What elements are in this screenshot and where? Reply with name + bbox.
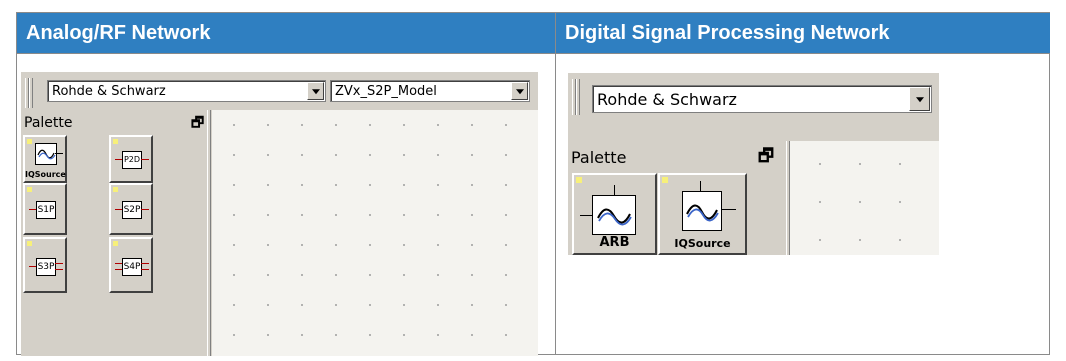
output-pin [141,159,149,160]
source-marker-icon [662,177,668,183]
palette-label: Palette [24,115,73,131]
vendor-select-value: Rohde & Schwarz [52,84,166,99]
chevron-down-icon[interactable] [307,82,324,100]
input-pin [580,215,592,216]
iqsource-caption: IQSource [25,170,66,179]
model-select-value: ZVx_S2P_Model [335,84,437,99]
palette-tile-s3p[interactable]: S3P [23,237,67,293]
schematic-canvas[interactable] [212,110,538,356]
output-pin [141,269,149,270]
input-pin [614,185,615,195]
source-marker-icon [27,241,32,246]
vendor-select[interactable]: Rohde & Schwarz [592,85,932,113]
analog-rf-header: Analog/RF Network [17,13,555,53]
output-pin [55,269,63,270]
output-pin [141,263,149,264]
comparison-table: Analog/RF Network Digital Signal Process… [16,12,1050,356]
input-pin [700,181,701,191]
iq-source-icon [35,143,57,165]
s4p-block-icon: S4P [122,258,142,276]
palette-label: Palette [571,148,627,167]
palette-splitter[interactable] [207,110,211,356]
column-divider [555,13,556,354]
header-divider [17,53,1049,54]
palette-tile-iqsource[interactable]: IQSource [658,173,747,255]
palette-tile-p2d[interactable]: P2D [109,135,153,183]
palette-tile-s4p[interactable]: S4P [109,237,153,293]
iq-source-icon [682,191,722,231]
arb-caption: ARB [599,235,630,250]
restore-window-icon[interactable]: 🗗 [758,143,774,172]
source-marker-icon [27,187,32,192]
chevron-down-icon[interactable] [909,87,930,111]
vendor-select[interactable]: Rohde & Schwarz [47,80,326,102]
source-marker-icon [576,177,582,183]
output-pin [55,263,63,264]
palette-tile-s1p[interactable]: S1P [23,183,67,235]
schematic-canvas[interactable] [790,141,939,255]
source-marker-icon [113,139,118,144]
source-marker-icon [113,241,118,246]
output-pin [141,209,149,210]
iqsource-caption: IQSource [674,237,731,250]
palette-tile-s2p[interactable]: S2P [109,183,153,235]
output-pin [722,209,736,210]
s1p-block-icon: S1P [36,201,56,219]
palette-tile-iqsource[interactable]: IQSource [23,135,67,183]
s2p-block-icon: S2P [122,201,142,219]
p2d-block-icon: P2D [122,151,142,169]
palette-tile-arb[interactable]: ARB [572,173,657,255]
arb-source-icon [592,195,636,235]
toolbar-grip-2 [29,78,33,108]
vendor-select-value: Rohde & Schwarz [597,90,737,109]
source-marker-icon [27,139,32,144]
model-select[interactable]: ZVx_S2P_Model [330,80,530,102]
restore-window-icon[interactable]: 🗗 [191,112,204,136]
dsp-network-header: Digital Signal Processing Network [556,13,1050,53]
s3p-block-icon: S3P [36,258,56,276]
chevron-down-icon[interactable] [511,82,528,100]
source-marker-icon [113,187,118,192]
toolbar-grip-2 [576,79,580,115]
analog-rf-window: Rohde & Schwarz ZVx_S2P_Model Palette 🗗 … [21,72,538,356]
output-pin [55,153,63,154]
dsp-window: Rohde & Schwarz Palette 🗗 ARB IQSource [568,73,939,255]
